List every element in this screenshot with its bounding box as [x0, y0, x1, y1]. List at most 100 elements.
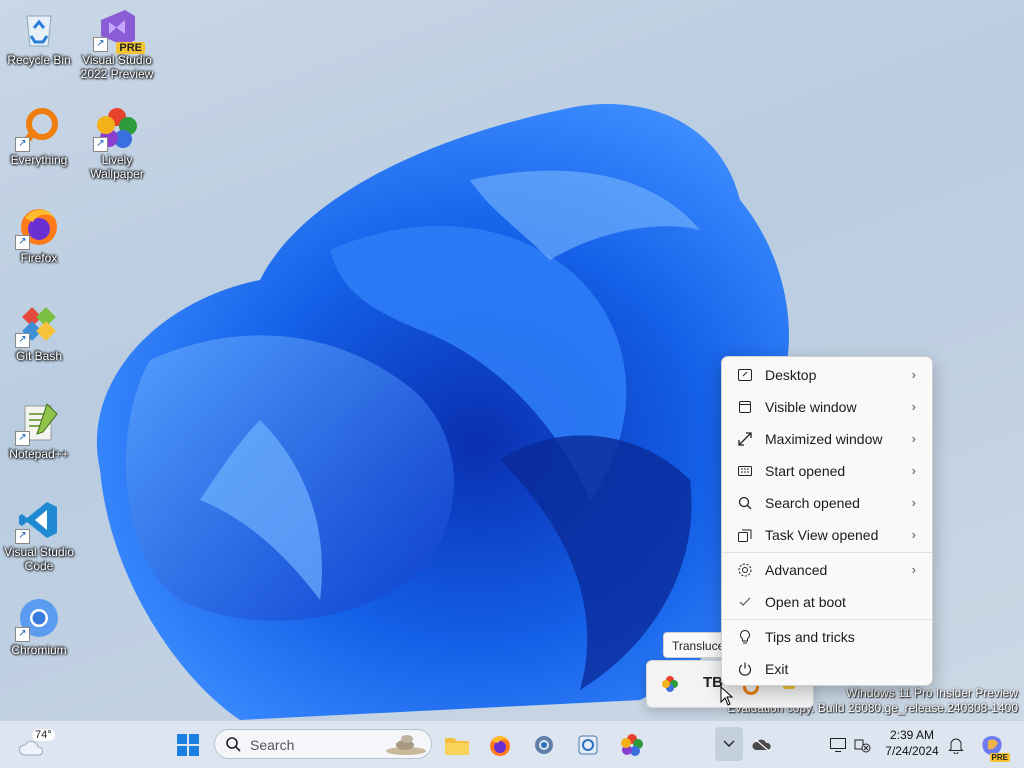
- desktop-icon-label: Firefox: [20, 251, 58, 265]
- chevron-down-icon: [723, 740, 735, 747]
- menu-separator: [722, 619, 932, 620]
- desktop-icon-label: Git Bash: [15, 349, 63, 363]
- menu-separator: [722, 552, 932, 553]
- desktop-icon-visual-studio-code[interactable]: ↗ Visual Studio Code: [0, 498, 78, 573]
- taskbar-file-explorer[interactable]: [441, 729, 473, 761]
- start-button[interactable]: [172, 729, 204, 761]
- desktop-icon-label: Recycle Bin: [7, 53, 71, 67]
- shortcut-arrow-icon: ↗: [15, 333, 30, 348]
- gear-icon: [736, 561, 754, 579]
- desktop-icon-label: Lively Wallpaper: [90, 153, 144, 181]
- cloud-icon: [18, 740, 43, 756]
- firefox-icon: [490, 736, 510, 756]
- tray-lively-icon[interactable]: [661, 675, 679, 693]
- search-icon: [736, 494, 754, 512]
- task-view-icon: [736, 526, 754, 544]
- desktop-icon-label: Notepad++: [9, 447, 69, 461]
- shortcut-arrow-icon: ↗: [15, 431, 30, 446]
- menu-item-visible-window[interactable]: Visible window ›: [722, 391, 932, 423]
- menu-item-label: Search opened: [765, 495, 860, 511]
- menu-item-label: Advanced: [765, 562, 828, 578]
- menu-item-maximized-window[interactable]: Maximized window ›: [722, 423, 932, 455]
- menu-item-label: Desktop: [765, 367, 817, 383]
- lively-wallpaper-icon: [621, 734, 643, 756]
- network-disconnected-icon: [854, 739, 871, 753]
- menu-item-label: Exit: [765, 661, 789, 677]
- shortcut-arrow-icon: ↗: [15, 529, 30, 544]
- chevron-right-icon: ›: [911, 527, 916, 542]
- show-hidden-icons-button[interactable]: [715, 727, 743, 761]
- monitor-icon: [830, 738, 846, 752]
- menu-item-label: Task View opened: [765, 527, 879, 543]
- shortcut-arrow-icon: ↗: [93, 37, 108, 52]
- menu-item-label: Open at boot: [765, 594, 846, 610]
- start-icon: [736, 462, 754, 480]
- chevron-right-icon: ›: [911, 463, 916, 478]
- chevron-right-icon: ›: [911, 399, 916, 414]
- menu-item-label: Tips and tricks: [765, 629, 855, 645]
- clock-date: 7/24/2024: [885, 744, 939, 758]
- tray-onedrive[interactable]: [746, 729, 778, 761]
- folder-icon: [445, 738, 469, 755]
- mouse-cursor-icon: [720, 686, 734, 706]
- desktop-icon-label: Everything: [10, 153, 68, 167]
- desktop-icon-everything[interactable]: ↗ Everything: [0, 106, 78, 167]
- taskbar-clock[interactable]: 2:39 AM 7/24/2024: [880, 727, 944, 759]
- notepad-plus-plus-icon: ↗: [15, 400, 61, 446]
- bell-icon: [948, 738, 964, 754]
- desktop-icon: [736, 366, 754, 384]
- menu-item-tips-and-tricks[interactable]: Tips and tricks: [722, 621, 932, 653]
- desktop-icon-git-bash[interactable]: ↗ Git Bash: [0, 302, 78, 363]
- chevron-right-icon: ›: [911, 562, 916, 577]
- clock-time: 2:39 AM: [889, 728, 935, 742]
- firefox-icon: ↗: [15, 204, 61, 250]
- search-highlight-icon: [386, 735, 426, 755]
- desktop-icon-firefox[interactable]: ↗ Firefox: [0, 204, 78, 265]
- search-icon: [226, 737, 241, 752]
- weather-temperature: 74°: [32, 729, 55, 741]
- onedrive-offline-icon: [752, 738, 771, 752]
- chevron-right-icon: ›: [911, 367, 916, 382]
- search-placeholder: Search: [250, 737, 295, 753]
- taskbar-settings[interactable]: [528, 729, 560, 761]
- taskbar: 74° Search 2:39 AM 7/24/2024 PRE: [0, 720, 1024, 768]
- desktop-icon-chromium[interactable]: ↗ Chromium: [0, 596, 78, 657]
- checkmark-icon: [736, 593, 754, 611]
- copilot-badge: PRE: [989, 753, 1010, 762]
- shortcut-arrow-icon: ↗: [93, 137, 108, 152]
- visual-studio-icon: ↗ PRE: [93, 6, 145, 54]
- menu-item-open-at-boot[interactable]: Open at boot: [722, 586, 932, 618]
- gear-icon: [535, 736, 553, 754]
- chromium-icon: ↗: [15, 596, 61, 642]
- taskbar-search-box[interactable]: Search: [214, 729, 432, 759]
- chevron-right-icon: ›: [911, 495, 916, 510]
- menu-item-start-opened[interactable]: Start opened ›: [722, 455, 932, 487]
- tray-network[interactable]: [846, 729, 878, 761]
- desktop-icon-visual-studio-2022-preview[interactable]: ↗ PRE Visual Studio 2022 Preview: [78, 6, 156, 81]
- translucenttb-context-menu: Desktop › Visible window › Maximized win…: [721, 356, 933, 686]
- desktop-icon-notepad-plus-plus[interactable]: ↗ Notepad++: [0, 400, 78, 461]
- desktop-icon-label: Chromium: [11, 643, 67, 657]
- menu-item-task-view-opened[interactable]: Task View opened ›: [722, 519, 932, 551]
- menu-item-exit[interactable]: Exit: [722, 653, 932, 685]
- taskbar-snipping-tool[interactable]: [572, 729, 604, 761]
- weather-widget[interactable]: 74°: [14, 727, 60, 761]
- menu-item-search-opened[interactable]: Search opened ›: [722, 487, 932, 519]
- vscode-icon: ↗: [15, 498, 61, 544]
- taskbar-lively-wallpaper[interactable]: [616, 729, 648, 761]
- git-bash-icon: ↗: [15, 302, 61, 348]
- menu-item-desktop[interactable]: Desktop ›: [722, 359, 932, 391]
- desktop-icon-lively-wallpaper[interactable]: ↗ Lively Wallpaper: [78, 106, 156, 181]
- windows-logo-icon: [177, 734, 199, 756]
- chevron-right-icon: ›: [911, 431, 916, 446]
- copilot-button[interactable]: PRE: [976, 729, 1010, 762]
- taskbar-firefox[interactable]: [484, 729, 516, 761]
- lightbulb-icon: [736, 628, 754, 646]
- maximize-icon: [736, 430, 754, 448]
- menu-item-advanced[interactable]: Advanced ›: [722, 554, 932, 586]
- desktop-icon-recycle-bin[interactable]: Recycle Bin: [0, 6, 78, 67]
- everything-icon: ↗: [15, 106, 61, 152]
- desktop-icon-label: Visual Studio Code: [4, 545, 74, 573]
- notifications-button[interactable]: [940, 729, 972, 761]
- shortcut-arrow-icon: ↗: [15, 137, 30, 152]
